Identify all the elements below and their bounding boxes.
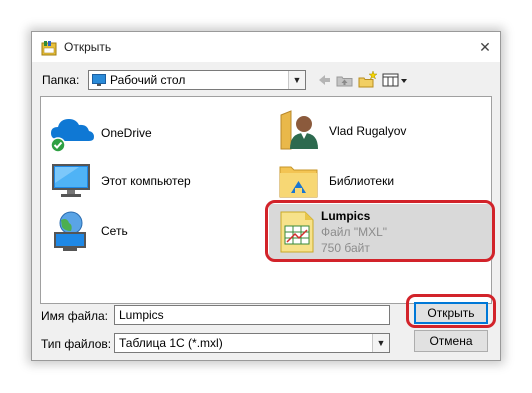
open-file-dialog: Открыть ✕ Папка: Рабочий стол ▼ OneDrive… — [31, 31, 501, 361]
list-item-this-pc[interactable]: Этот компьютер — [49, 159, 249, 203]
folder-select-value: Рабочий стол — [110, 73, 186, 87]
desktop-icon — [92, 74, 106, 86]
filename-input[interactable]: Lumpics — [114, 305, 390, 325]
view-menu-icon[interactable] — [382, 70, 408, 90]
chevron-down-icon: ▼ — [372, 334, 389, 352]
item-name: Сеть — [101, 224, 128, 238]
chevron-down-icon: ▼ — [288, 71, 305, 89]
item-name: Этот компьютер — [101, 174, 191, 188]
new-folder-icon[interactable] — [358, 70, 378, 90]
list-item-network[interactable]: Сеть — [49, 209, 249, 253]
computer-icon — [52, 164, 90, 197]
filename-label: Имя файла: — [41, 309, 108, 323]
filetype-select[interactable]: Таблица 1С (*.mxl) ▼ — [114, 333, 390, 353]
back-arrow-icon[interactable] — [316, 70, 332, 90]
open-button[interactable]: Открыть — [414, 302, 488, 324]
libraries-icon — [279, 166, 318, 198]
folder-bar: Папка: Рабочий стол ▼ — [40, 70, 492, 92]
window-title: Открыть — [64, 40, 112, 54]
item-name: OneDrive — [101, 126, 152, 140]
filename-value: Lumpics — [119, 308, 164, 322]
cancel-button[interactable]: Отмена — [414, 330, 488, 352]
file-list: OneDrive Vlad Rugalyov Этот компьютер Би… — [40, 96, 495, 304]
close-button[interactable]: ✕ — [474, 36, 496, 58]
item-name: Vlad Rugalyov — [329, 124, 407, 138]
app-1c-icon — [41, 41, 57, 56]
list-item-libraries[interactable]: Библиотеки — [277, 159, 477, 203]
filetype-label: Тип файлов: — [41, 337, 112, 351]
title-bar: Открыть ✕ — [32, 32, 500, 62]
user-folder-icon — [280, 110, 318, 150]
onedrive-icon — [50, 119, 94, 153]
close-icon: ✕ — [479, 39, 491, 55]
network-icon — [54, 211, 86, 251]
folder-select[interactable]: Рабочий стол ▼ — [88, 70, 306, 90]
highlight-ring-selected-file — [265, 200, 495, 262]
folder-label: Папка: — [42, 73, 80, 87]
filetype-value: Таблица 1С (*.mxl) — [119, 336, 223, 350]
list-item-vlad-rugalyov[interactable]: Vlad Rugalyov — [277, 109, 477, 153]
item-name: Библиотеки — [329, 174, 395, 188]
up-folder-icon[interactable] — [336, 70, 354, 90]
list-item-onedrive[interactable]: OneDrive — [49, 111, 249, 155]
